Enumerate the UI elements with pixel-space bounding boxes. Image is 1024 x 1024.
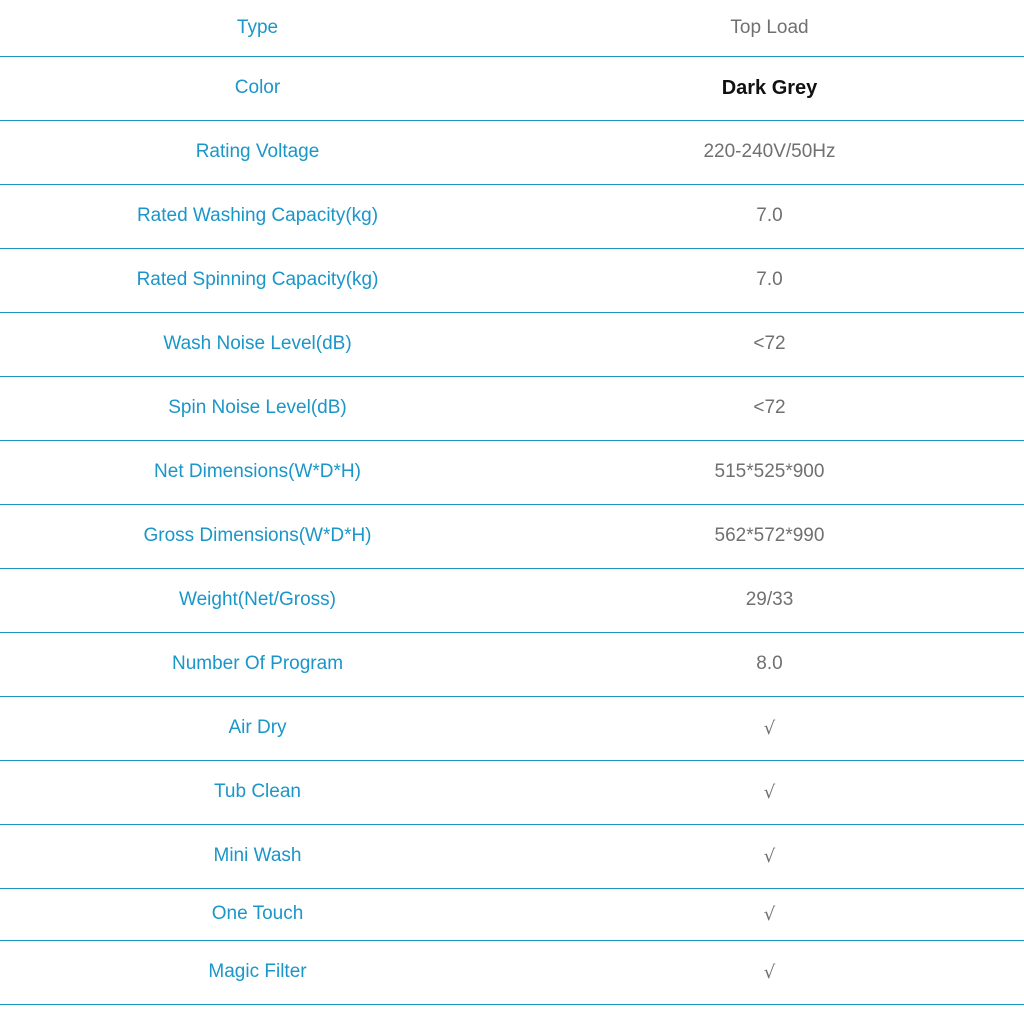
- spec-label: Type: [0, 0, 515, 57]
- spec-row-gross-dimensions: Gross Dimensions(W*D*H) 562*572*990: [0, 504, 1024, 569]
- spec-label: Rated Spinning Capacity(kg): [0, 248, 515, 313]
- check-icon: √: [515, 888, 1024, 941]
- spec-value: 562*572*990: [515, 504, 1024, 569]
- spec-value: 7.0: [515, 248, 1024, 313]
- spec-label: Number Of Program: [0, 632, 515, 697]
- spec-row-number-of-program: Number Of Program 8.0: [0, 632, 1024, 697]
- spec-label: Tub Clean: [0, 760, 515, 825]
- spec-value: 29/33: [515, 568, 1024, 633]
- spec-table: Type Top Load Color Dark Grey Rating Vol…: [0, 0, 1024, 1005]
- spec-row-weight: Weight(Net/Gross) 29/33: [0, 568, 1024, 633]
- spec-row-spin-noise: Spin Noise Level(dB) <72: [0, 376, 1024, 441]
- spec-label: Mini Wash: [0, 824, 515, 889]
- spec-label: Rating Voltage: [0, 120, 515, 185]
- spec-label: Air Dry: [0, 696, 515, 761]
- spec-label: Weight(Net/Gross): [0, 568, 515, 633]
- spec-row-rating-voltage: Rating Voltage 220-240V/50Hz: [0, 120, 1024, 185]
- spec-label: Spin Noise Level(dB): [0, 376, 515, 441]
- spec-label: One Touch: [0, 888, 515, 941]
- spec-value: <72: [515, 376, 1024, 441]
- check-icon: √: [515, 760, 1024, 825]
- spec-row-washing-capacity: Rated Washing Capacity(kg) 7.0: [0, 184, 1024, 249]
- check-icon: √: [515, 940, 1024, 1005]
- spec-row-tub-clean: Tub Clean √: [0, 760, 1024, 825]
- spec-label: Net Dimensions(W*D*H): [0, 440, 515, 505]
- spec-row-one-touch: One Touch √: [0, 888, 1024, 941]
- spec-row-air-dry: Air Dry √: [0, 696, 1024, 761]
- spec-value: 220-240V/50Hz: [515, 120, 1024, 185]
- check-icon: √: [515, 824, 1024, 889]
- spec-row-magic-filter: Magic Filter √: [0, 940, 1024, 1005]
- spec-value: <72: [515, 312, 1024, 377]
- spec-label: Color: [0, 56, 515, 121]
- spec-row-spinning-capacity: Rated Spinning Capacity(kg) 7.0: [0, 248, 1024, 313]
- spec-row-wash-noise: Wash Noise Level(dB) <72: [0, 312, 1024, 377]
- spec-value: 8.0: [515, 632, 1024, 697]
- check-icon: √: [515, 696, 1024, 761]
- spec-row-color: Color Dark Grey: [0, 56, 1024, 121]
- spec-row-mini-wash: Mini Wash √: [0, 824, 1024, 889]
- spec-label: Gross Dimensions(W*D*H): [0, 504, 515, 569]
- spec-label: Wash Noise Level(dB): [0, 312, 515, 377]
- spec-value: 7.0: [515, 184, 1024, 249]
- spec-label: Rated Washing Capacity(kg): [0, 184, 515, 249]
- spec-row-type: Type Top Load: [0, 0, 1024, 57]
- spec-label: Magic Filter: [0, 940, 515, 1005]
- spec-table-body: Type Top Load Color Dark Grey Rating Vol…: [0, 0, 1024, 1005]
- spec-value: Top Load: [515, 0, 1024, 57]
- spec-value: Dark Grey: [515, 56, 1024, 121]
- spec-value: 515*525*900: [515, 440, 1024, 505]
- spec-row-net-dimensions: Net Dimensions(W*D*H) 515*525*900: [0, 440, 1024, 505]
